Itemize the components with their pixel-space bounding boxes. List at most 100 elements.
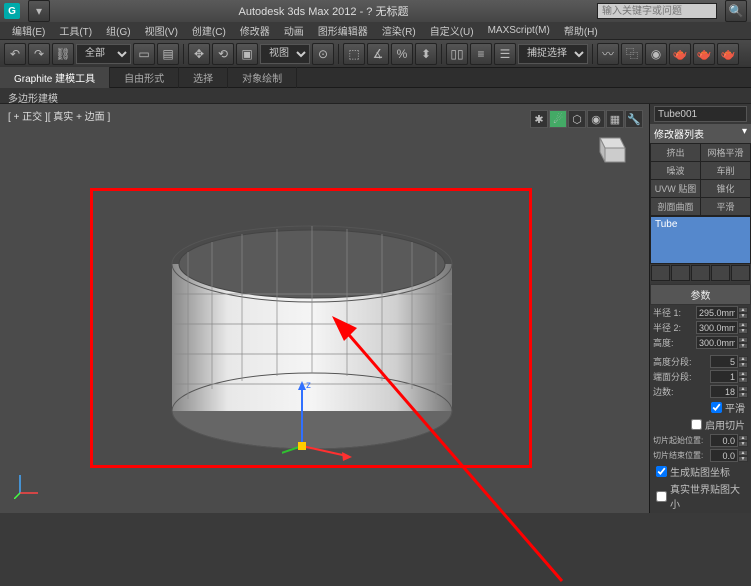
- menubar: 编辑(E) 工具(T) 组(G) 视图(V) 创建(C) 修改器 动画 图形编辑…: [0, 22, 751, 40]
- checkbox-smooth[interactable]: [711, 402, 722, 413]
- center-icon[interactable]: ⊙: [312, 43, 334, 65]
- menu-modifiers[interactable]: 修改器: [234, 21, 276, 40]
- menu-view[interactable]: 视图(V): [139, 21, 184, 40]
- object-name-input[interactable]: [654, 106, 747, 122]
- remove-mod-icon[interactable]: [711, 265, 730, 281]
- app-icon[interactable]: G: [4, 3, 20, 19]
- layer-icon[interactable]: ☰: [494, 43, 516, 65]
- percent-snap-icon[interactable]: %: [391, 43, 413, 65]
- mod-taper[interactable]: 锥化: [701, 180, 750, 197]
- label-radius1: 半径 1:: [653, 306, 681, 319]
- schematic-icon[interactable]: ⿻: [621, 43, 643, 65]
- move-icon[interactable]: ✥: [188, 43, 210, 65]
- ribbon-subtitle[interactable]: 多边形建模: [0, 88, 751, 104]
- label-height-segs: 高度分段:: [653, 355, 692, 368]
- menu-maxscript[interactable]: MAXScript(M): [482, 23, 556, 38]
- redo-icon[interactable]: ↷: [28, 43, 50, 65]
- menu-edit[interactable]: 编辑(E): [6, 21, 51, 40]
- help-search-input[interactable]: [597, 3, 717, 19]
- label-slice-to: 切片结束位置:: [653, 450, 703, 461]
- show-end-icon[interactable]: [671, 265, 690, 281]
- mod-uvw[interactable]: UVW 贴图: [651, 180, 700, 197]
- ribbon-tabs: Graphite 建模工具 自由形式 选择 对象绘制: [0, 68, 751, 88]
- label-cap-segs: 端面分段:: [653, 370, 692, 383]
- mod-meshsmooth[interactable]: 网格平滑: [701, 144, 750, 161]
- menu-tools[interactable]: 工具(T): [53, 21, 98, 40]
- material-editor-icon[interactable]: ◉: [645, 43, 667, 65]
- tab-selection[interactable]: 选择: [179, 67, 228, 88]
- angle-snap-icon[interactable]: ∡: [367, 43, 389, 65]
- menu-rendering[interactable]: 渲染(R): [376, 21, 422, 40]
- viewport[interactable]: [ + 正交 ][ 真实 + 边面 ] ✱ ☄ ⬡ ◉ ▦ 🔧: [0, 104, 649, 513]
- input-slice-to[interactable]: [710, 449, 738, 462]
- configure-icon[interactable]: [731, 265, 750, 281]
- tab-object-paint[interactable]: 对象绘制: [228, 67, 297, 88]
- render-icon[interactable]: 🫖: [717, 43, 739, 65]
- select-name-icon[interactable]: ▤: [157, 43, 179, 65]
- menu-customize[interactable]: 自定义(U): [424, 21, 480, 40]
- checkbox-gen-mapping[interactable]: [656, 466, 667, 477]
- params-rollout-header[interactable]: 参数: [650, 284, 751, 305]
- ref-coord-dropdown[interactable]: 视图: [260, 44, 310, 64]
- main-toolbar: ↶ ↷ ⛓ 全部 ▭ ▤ ✥ ⟲ ▣ 视图 ⊙ ⬚ ∡ % ⬍ ▯▯ ≡ ☰ 捕…: [0, 40, 751, 68]
- render-setup-icon[interactable]: 🫖: [669, 43, 691, 65]
- input-height[interactable]: [696, 336, 738, 349]
- modifier-list-dropdown[interactable]: 修改器列表▾: [650, 124, 751, 143]
- input-height-segs[interactable]: [710, 355, 738, 368]
- tab-freeform[interactable]: 自由形式: [110, 67, 179, 88]
- render-frame-icon[interactable]: 🫖: [693, 43, 715, 65]
- mod-section[interactable]: 剖面曲面: [651, 198, 700, 215]
- mod-extrude[interactable]: 挤出: [651, 144, 700, 161]
- stack-toolbar: [650, 264, 751, 282]
- spin-down-icon[interactable]: ▼: [738, 313, 748, 319]
- menu-create[interactable]: 创建(C): [186, 21, 232, 40]
- tab-graphite[interactable]: Graphite 建模工具: [0, 67, 110, 88]
- undo-icon[interactable]: ↶: [4, 43, 26, 65]
- label-radius2: 半径 2:: [653, 321, 681, 334]
- snap-icon[interactable]: ⬚: [343, 43, 365, 65]
- modifier-buttons: 挤出 网格平滑 噪波 车削 UVW 贴图 锥化 剖面曲面 平滑: [650, 143, 751, 216]
- viewport-label[interactable]: [ + 正交 ][ 真实 + 边面 ]: [6, 106, 112, 125]
- viewcube[interactable]: [591, 126, 629, 164]
- transform-gizmo[interactable]: z: [282, 376, 362, 466]
- input-radius1[interactable]: [696, 306, 738, 319]
- make-unique-icon[interactable]: [691, 265, 710, 281]
- label-height: 高度:: [653, 336, 674, 349]
- create-tab-icon[interactable]: ✱: [530, 110, 548, 128]
- search-icon[interactable]: 🔍: [725, 0, 747, 22]
- checkbox-slice-on[interactable]: [691, 419, 702, 430]
- input-sides[interactable]: [710, 385, 738, 398]
- hierarchy-tab-icon[interactable]: ⬡: [568, 110, 586, 128]
- menu-animation[interactable]: 动画: [278, 21, 310, 40]
- input-slice-from[interactable]: [710, 434, 738, 447]
- label-sides: 边数:: [653, 385, 674, 398]
- input-cap-segs[interactable]: [710, 370, 738, 383]
- modify-tab-icon[interactable]: ☄: [549, 110, 567, 128]
- world-axis-icon: [14, 469, 44, 499]
- mod-smooth[interactable]: 平滑: [701, 198, 750, 215]
- curve-editor-icon[interactable]: 〰: [597, 43, 619, 65]
- rotate-icon[interactable]: ⟲: [212, 43, 234, 65]
- select-icon[interactable]: ▭: [133, 43, 155, 65]
- chevron-down-icon: ▾: [742, 126, 747, 141]
- quick-access-btn[interactable]: ▾: [28, 0, 50, 22]
- label-real-world: 真实世界贴图大小: [670, 481, 745, 511]
- modifier-stack[interactable]: Tube: [650, 216, 751, 264]
- align-icon[interactable]: ≡: [470, 43, 492, 65]
- mod-noise[interactable]: 噪波: [651, 162, 700, 179]
- selection-filter-dropdown[interactable]: 全部: [76, 44, 131, 64]
- link-icon[interactable]: ⛓: [52, 43, 74, 65]
- spinner-snap-icon[interactable]: ⬍: [415, 43, 437, 65]
- svg-text:z: z: [306, 380, 311, 391]
- scale-icon[interactable]: ▣: [236, 43, 258, 65]
- mod-lathe[interactable]: 车削: [701, 162, 750, 179]
- checkbox-real-world[interactable]: [656, 491, 667, 502]
- named-selection-dropdown[interactable]: 捕捉选择: [518, 44, 588, 64]
- input-radius2[interactable]: [696, 321, 738, 334]
- pin-stack-icon[interactable]: [651, 265, 670, 281]
- menu-group[interactable]: 组(G): [100, 21, 136, 40]
- mirror-icon[interactable]: ▯▯: [446, 43, 468, 65]
- menu-help[interactable]: 帮助(H): [558, 21, 604, 40]
- window-title: Autodesk 3ds Max 2012 - ? 无标题: [58, 3, 589, 19]
- menu-graph-editors[interactable]: 图形编辑器: [312, 21, 374, 40]
